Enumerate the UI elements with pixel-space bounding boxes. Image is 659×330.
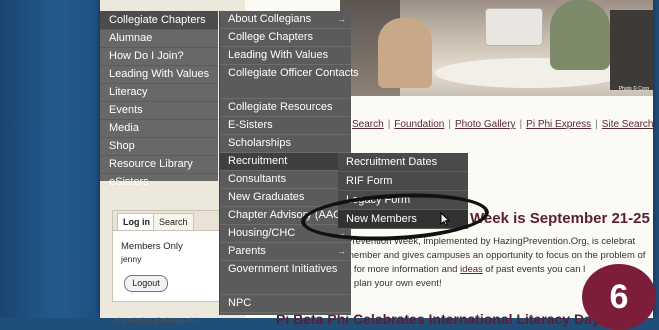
logout-button[interactable]: Logout [124, 275, 168, 292]
submenu-item-npc[interactable]: NPC [220, 295, 351, 313]
tab-search[interactable]: Search [153, 213, 194, 230]
mission-text: The Mission of Pi Beta Phi [114, 318, 197, 325]
article-text: for more information and [351, 264, 461, 275]
submenu-item-label: Collegiate Officer Contacts [228, 67, 359, 79]
submenu-item-label: Parents [228, 245, 266, 257]
arrow-right-icon: → [337, 246, 346, 256]
submenu-item-label: New Graduates [228, 191, 305, 203]
submenu-item-college-chapters[interactable]: College Chapters [220, 29, 351, 47]
top-links-bar: Search | Foundation | Photo Gallery | Pi Phi E… [352, 119, 654, 130]
submenu-item-scholarships[interactable]: Scholarships [220, 135, 351, 153]
submenu-item-about-collegians[interactable]: About Collegians → [220, 11, 351, 29]
photo-person [550, 0, 610, 70]
submenu-item-label: NPC [228, 297, 252, 309]
sidebar-item-esisters[interactable]: eSisters [100, 173, 218, 191]
recruitment-item-rif-form[interactable]: RIF Form [338, 172, 468, 191]
submenu-item-recruitment[interactable]: Recruitment→ [220, 153, 351, 171]
recruitment-item-dates[interactable]: Recruitment Dates [338, 153, 468, 172]
sidebar-item-literacy[interactable]: Literacy [100, 83, 218, 101]
collegiate-submenu: About Collegians → College Chapters Leadi… [219, 11, 359, 315]
submenu-item-parents[interactable]: Parents → [220, 243, 351, 261]
sidebar-menu: Collegiate Chapters Alumnae How Do I Joi… [100, 11, 218, 188]
sidebar-item-events[interactable]: Events [100, 101, 218, 119]
submenu-item-label: Leading With Values [228, 49, 329, 61]
article-title[interactable]: Week is September 21-25 [470, 210, 650, 227]
submenu-item-label: Collegiate Resources [228, 101, 333, 113]
photo-shape [610, 10, 653, 90]
sidebar-item-alumnae[interactable]: Alumnae [100, 29, 218, 47]
submenu-item-label: About Collegians [228, 13, 312, 25]
sidebar-item-how-do-i-join[interactable]: How Do I Join? [100, 47, 218, 65]
submenu-item-leading-with-values[interactable]: Leading With Values [220, 47, 351, 65]
link-photo-gallery[interactable]: Photo Gallery [455, 119, 516, 130]
submenu-item-label: Government Initiatives [228, 263, 338, 275]
username-label: jenny [121, 254, 142, 264]
submenu-item-label: E-Sisters [228, 119, 273, 131]
sidebar-item-resource-library[interactable]: Resource Library [100, 155, 218, 173]
ideas-link[interactable]: ideas [460, 264, 483, 275]
sidebar-item-leading-with-values[interactable]: Leading With Values [100, 65, 218, 83]
article-text: of past events you can l [482, 264, 586, 275]
window-frame-left [0, 0, 100, 326]
login-tabs: Log in Search [113, 211, 221, 231]
arrow-right-icon: → [337, 14, 346, 24]
link-site-search[interactable]: Site Search [602, 119, 654, 130]
mouse-cursor-icon [440, 212, 450, 226]
header-photo: Photo © Corp [340, 0, 653, 96]
sidebar-item-collegiate-chapters[interactable]: Collegiate Chapters [100, 11, 218, 29]
tab-login[interactable]: Log in [117, 213, 156, 230]
submenu-item-government-initiatives[interactable]: Government Initiatives [220, 261, 351, 295]
submenu-item-collegiate-resources[interactable]: Collegiate Resources [220, 99, 351, 117]
submenu-item-consultants[interactable]: Consultants [220, 171, 351, 189]
step-number-badge: 6 [582, 264, 656, 330]
photo-laptop [485, 8, 543, 46]
login-panel: Log in Search Members Only jenny Logout [112, 210, 222, 302]
article-line: member and gives campuses an opportunity… [346, 250, 646, 261]
link-search[interactable]: Search [352, 119, 384, 130]
link-foundation[interactable]: Foundation [394, 119, 444, 130]
submenu-item-label: Housing/CHC [228, 227, 296, 239]
link-pi-phi-express[interactable]: Pi Phi Express [526, 119, 591, 130]
submenu-item-label: Scholarships [228, 137, 291, 149]
submenu-item-officer-contacts[interactable]: Collegiate Officer Contacts [220, 65, 359, 99]
members-only-label: Members Only [121, 241, 183, 252]
sidebar-item-media[interactable]: Media [100, 119, 218, 137]
submenu-item-label: Consultants [228, 173, 287, 185]
photo-person [378, 18, 432, 88]
submenu-item-label: Recruitment [228, 155, 288, 167]
photo-credit: Photo © Corp [618, 86, 649, 92]
sidebar-item-shop[interactable]: Shop [100, 137, 218, 155]
submenu-item-e-sisters[interactable]: E-Sisters [220, 117, 351, 135]
submenu-item-label: College Chapters [228, 31, 313, 43]
